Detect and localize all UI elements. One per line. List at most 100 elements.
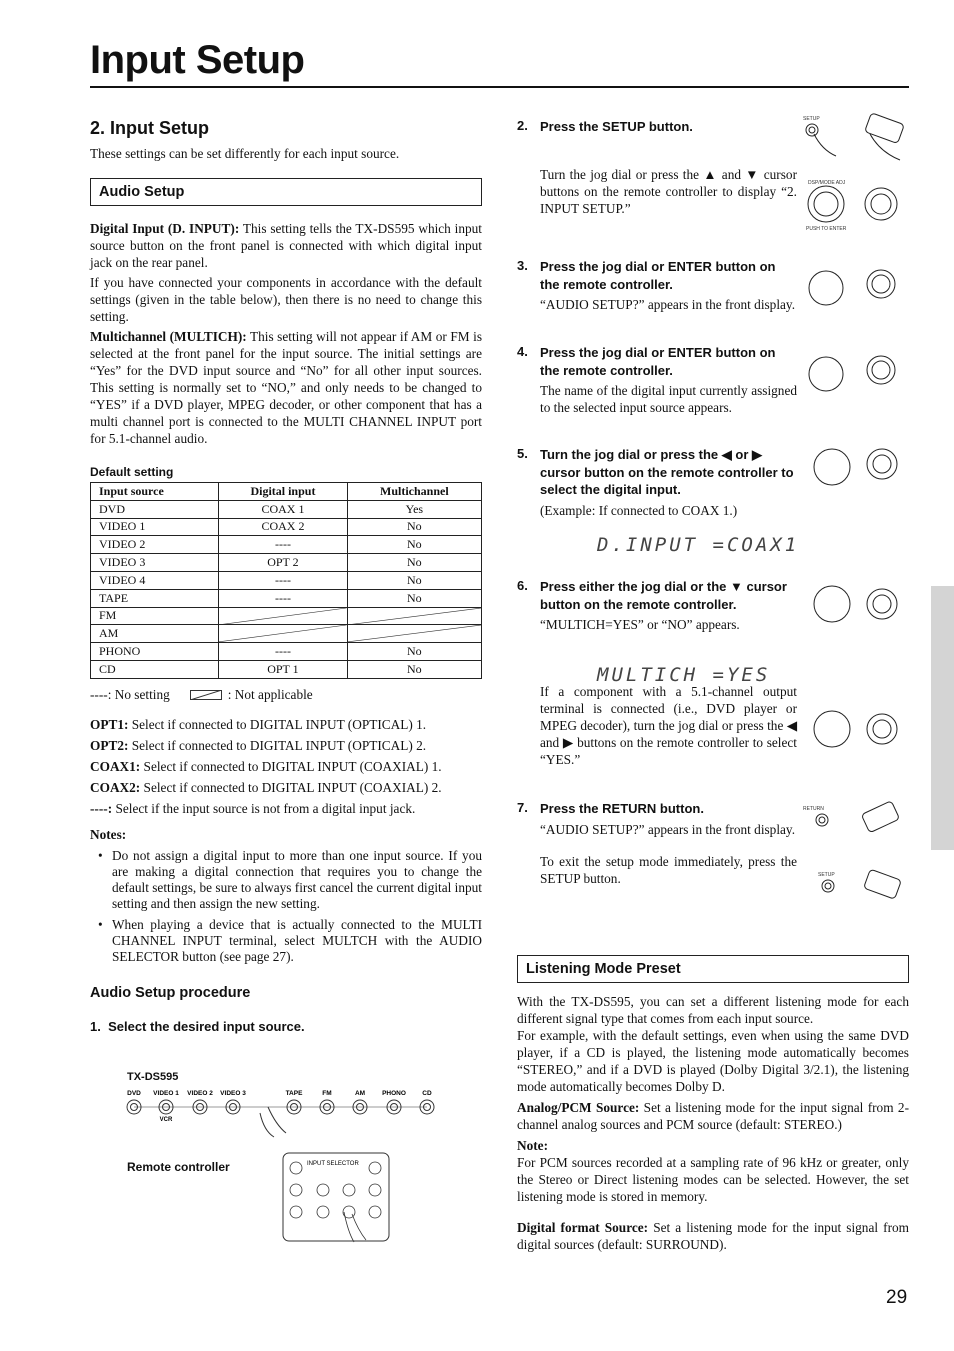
device-label: TX-DS595 [127, 1071, 179, 1083]
procedure-step: 2. Press the SETUP button. Turn the jog di… [517, 118, 797, 217]
lm-para-1: With the TX-DS595, you can set a differe… [517, 994, 909, 1026]
table-cell: PHONO [89, 642, 220, 661]
step-body-2: To exit the setup mode immediately, pres… [540, 853, 797, 886]
front-display-dinput: D.INPUT =COAX1 [597, 534, 800, 556]
table-cell: VIDEO 4 [89, 570, 220, 590]
term: Multichannel (MULTICH): [90, 329, 247, 344]
lm-digital-para: Digital format Source: Set a listening m… [517, 1219, 909, 1253]
col-header: Digital input [218, 482, 348, 501]
table-caption: Default setting [90, 465, 174, 479]
remote-action-illustrations: SETUP DSP/MODE ADJ PUSH TO ENTER RETURN … [803, 113, 904, 899]
definition-text: Select if connected to DIGITAL INPUT (OP… [128, 737, 427, 753]
front-button-label: AM [355, 1090, 365, 1097]
step-title: Press either the jog dial or the ▼ curso… [540, 579, 787, 612]
table-row: VIDEO 3 OPT 2 No [89, 553, 483, 572]
step-body: “AUDIO SETUP?” appears in the front disp… [540, 297, 796, 312]
lm-analog-para: Analog/PCM Source: Set a listening mode … [517, 1099, 909, 1133]
table-cell: ---- [218, 535, 348, 555]
step-number: 5. [517, 446, 528, 461]
lm-note-heading: Note: [517, 1138, 549, 1153]
table-row: VIDEO 1 COAX 2 No [89, 517, 483, 537]
definition-term: COAX2: [90, 779, 141, 795]
push-label: PUSH TO ENTER [806, 226, 847, 232]
table-cell: COAX 2 [218, 517, 348, 537]
step-body: Turn the jog dial or press the ▲ and ▼ c… [540, 166, 797, 216]
table-cell: No [346, 535, 483, 555]
table-cell: ---- [218, 570, 348, 590]
front-button-label: CD [422, 1090, 432, 1097]
remote-panel-title: INPUT SELECTOR [307, 1161, 359, 1167]
table-cell: ---- [218, 588, 348, 608]
table-row: FM [89, 606, 483, 626]
step-number: 1. [90, 1018, 101, 1034]
definition-item: OPT1: Select if connected to DIGITAL INP… [90, 717, 482, 733]
front-button-label: VIDEO 3 [220, 1090, 246, 1097]
col-header: Input source [89, 482, 220, 501]
table-row: VIDEO 2 ---- No [89, 535, 483, 555]
table-cell: OPT 2 [218, 553, 348, 572]
front-display-multich: MULTICH =YES [597, 664, 771, 686]
remote-label: Remote controller [127, 1160, 230, 1174]
table-cell: No [346, 570, 483, 590]
table-cell: FM [89, 606, 220, 626]
notes-heading: Notes: [90, 826, 127, 842]
procedure-step: 3. Press the jog dial or ENTER button on … [517, 258, 797, 313]
vcr-label: VCR [160, 1117, 173, 1123]
page-number: 29 [886, 1287, 908, 1308]
not-applicable-cell [218, 606, 348, 626]
definition-item: COAX1: Select if connected to DIGITAL IN… [90, 759, 482, 775]
front-button-label: PHONO [382, 1090, 406, 1097]
table-cell: VIDEO 1 [89, 517, 220, 537]
remote-illustration: INPUT SELECTOR [282, 1152, 390, 1243]
not-applicable-cell [346, 624, 483, 644]
section-heading: 2. Input Setup [90, 118, 209, 138]
term: Digital Input (D. INPUT): [90, 221, 240, 236]
step-number: 3. [517, 258, 528, 273]
not-applicable-cell [346, 606, 483, 626]
definition-text: Select if connected to DIGITAL INPUT (CO… [140, 779, 442, 795]
step-title: Turn the jog dial or press the ◀ or ▶ cu… [540, 447, 794, 497]
listening-mode-heading: Listening Mode Preset [517, 955, 909, 983]
table-cell: No [346, 588, 483, 608]
col-header: Multichannel [346, 482, 483, 501]
step-body: “AUDIO SETUP?” appears in the front disp… [540, 821, 796, 837]
front-button-label: VIDEO 2 [187, 1090, 213, 1097]
table-cell: CD [89, 659, 220, 679]
table-cell: No [346, 553, 483, 572]
procedure-step-1: 1. Select the desired input source. [90, 1019, 482, 1034]
table-row: VIDEO 4 ---- No [89, 570, 483, 590]
procedure-step: 5. Turn the jog dial or press the ◀ or ▶ … [517, 446, 797, 519]
side-tab [931, 586, 954, 850]
term: Analog/PCM Source: [517, 1100, 640, 1115]
table-cell: COAX 1 [218, 499, 348, 519]
section-intro: These settings can be set differently fo… [90, 146, 400, 161]
note-item: Do not assign a digital input to more th… [98, 848, 482, 912]
definition-text: Select if the input source is not from a… [112, 800, 416, 816]
title-rule [90, 86, 909, 88]
table-cell: OPT 1 [218, 659, 348, 679]
table-cell: No [346, 659, 483, 679]
definitions-list: OPT1: Select if connected to DIGITAL INP… [90, 717, 482, 817]
step-number: 4. [517, 344, 528, 359]
step-title: Press the RETURN button. [540, 801, 704, 816]
not-applicable-icon [189, 689, 222, 700]
step-body: (Example: If connected to COAX 1.) [540, 502, 738, 518]
step-number: 2. [517, 118, 528, 133]
step-title: Press the jog dial or ENTER button on th… [540, 345, 776, 378]
digital-input-para: Digital Input (D. INPUT): This setting t… [90, 220, 482, 271]
definition-term: OPT1: [90, 716, 129, 732]
note-item: When playing a device that is actually c… [98, 917, 482, 965]
definition-text: Select if connected to DIGITAL INPUT (CO… [140, 758, 442, 774]
front-button-label: DVD [127, 1090, 141, 1097]
procedure-heading: Audio Setup procedure [90, 984, 251, 1001]
front-button-label: TAPE [286, 1090, 304, 1097]
table-row: DVD COAX 1 Yes [89, 499, 483, 519]
definition-item: COAX2: Select if connected to DIGITAL IN… [90, 780, 482, 796]
step-number: 6. [517, 578, 528, 593]
definition-term: COAX1: [90, 758, 141, 774]
front-button-label: VIDEO 1 [153, 1090, 179, 1097]
table-cell: ---- [218, 642, 348, 661]
step-text: Select the desired input source. [108, 1018, 305, 1034]
step-body: The name of the digital input currently … [540, 383, 797, 415]
definition-item: ----: Select if the input source is not … [90, 801, 482, 817]
